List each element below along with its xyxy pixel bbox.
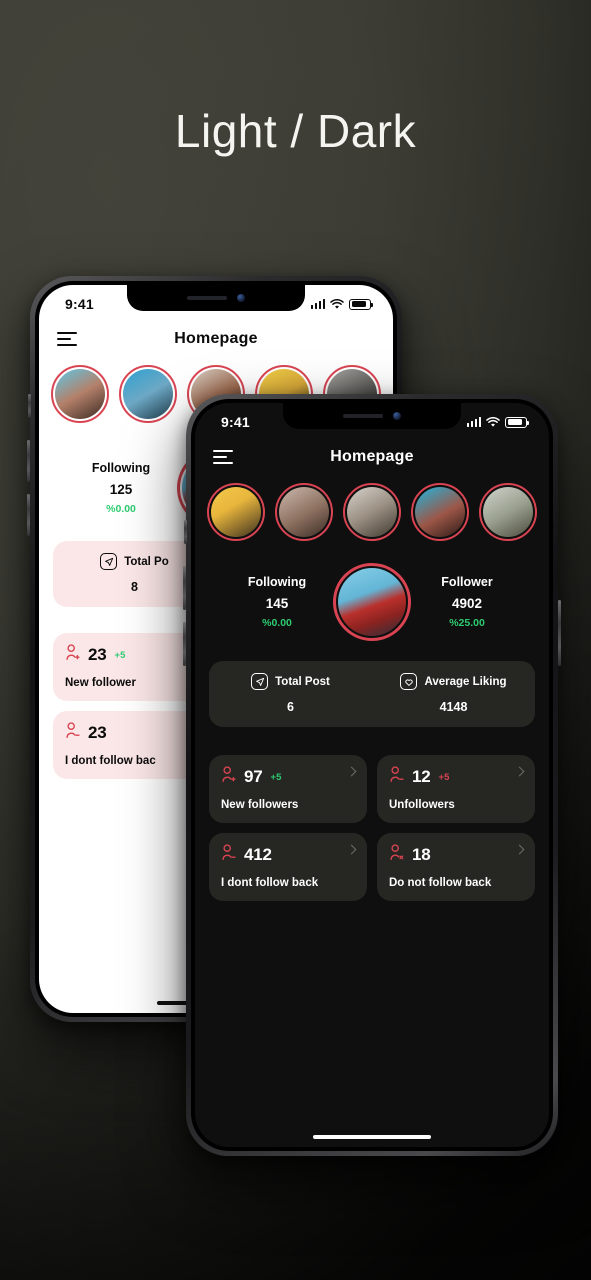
follow-summary-row: Following 145 %0.00 Follower 4902 %25.00 bbox=[195, 563, 549, 641]
page-header-title: Homepage bbox=[330, 448, 414, 465]
summary-card: Total Post 6 Average Liking 4148 bbox=[209, 661, 535, 727]
stat-value: 23 bbox=[88, 723, 107, 742]
stat-value: 23 bbox=[88, 645, 107, 664]
average-liking-stat[interactable]: Average Liking 4148 bbox=[372, 661, 535, 727]
user-minus-icon bbox=[65, 722, 80, 744]
total-post-stat[interactable]: Total Post 6 bbox=[209, 661, 372, 727]
wifi-icon bbox=[330, 298, 344, 310]
send-icon bbox=[100, 553, 118, 570]
stat-card-unfollowers[interactable]: 12 +5 Unfollowers bbox=[377, 755, 535, 823]
signal-bars-icon bbox=[466, 417, 481, 427]
phone-volume-up-button bbox=[27, 440, 30, 482]
dark-theme-phone-mockup: 9:41 Homepage Following 145 %0.00 Follow… bbox=[183, 394, 561, 1156]
following-value: 145 bbox=[265, 596, 289, 611]
stat-value: 18 bbox=[412, 845, 431, 864]
stat-label: Unfollowers bbox=[389, 799, 455, 811]
hamburger-menu-icon[interactable] bbox=[57, 332, 77, 346]
user-minus-icon bbox=[221, 844, 236, 866]
phone-volume-up-button bbox=[183, 566, 186, 610]
stat-value: 12 bbox=[412, 767, 431, 786]
following-label: Following bbox=[247, 575, 307, 589]
status-bar: 9:41 bbox=[195, 403, 549, 437]
app-bar: Homepage bbox=[195, 437, 549, 477]
user-plus-icon bbox=[65, 644, 80, 666]
heart-icon bbox=[400, 673, 418, 690]
battery-icon bbox=[349, 298, 373, 310]
following-stat: Following 125 %0.00 bbox=[65, 461, 177, 515]
follower-value: 4902 bbox=[451, 596, 483, 611]
total-post-label: Total Po bbox=[124, 555, 169, 568]
follower-percent: %25.00 bbox=[449, 617, 485, 629]
stat-value: 412 bbox=[244, 845, 272, 864]
status-bar: 9:41 bbox=[39, 285, 393, 319]
hamburger-menu-icon[interactable] bbox=[213, 450, 233, 464]
stat-delta: +5 bbox=[438, 771, 450, 783]
following-percent: %0.00 bbox=[106, 503, 136, 515]
story-avatar[interactable] bbox=[207, 483, 265, 541]
story-avatar[interactable] bbox=[275, 483, 333, 541]
story-avatar[interactable] bbox=[343, 483, 401, 541]
stat-delta: +5 bbox=[114, 649, 126, 661]
stat-delta: +5 bbox=[270, 771, 282, 783]
home-indicator[interactable] bbox=[313, 1135, 431, 1139]
story-avatar[interactable] bbox=[51, 365, 109, 423]
stat-card-new-followers[interactable]: 97 +5 New followers bbox=[209, 755, 367, 823]
wifi-icon bbox=[486, 416, 500, 428]
follower-label: Follower bbox=[441, 575, 493, 589]
story-avatar[interactable] bbox=[119, 365, 177, 423]
phone-power-button bbox=[558, 600, 561, 666]
total-post-label: Total Post bbox=[275, 675, 330, 688]
phone-mute-switch bbox=[184, 520, 187, 544]
following-stat[interactable]: Following 145 %0.00 bbox=[221, 575, 333, 629]
page-title: Light / Dark bbox=[174, 105, 417, 157]
average-liking-value: 4148 bbox=[439, 700, 468, 714]
following-percent: %0.00 bbox=[262, 617, 292, 629]
page-header-title: Homepage bbox=[174, 330, 258, 347]
stat-label: New followers bbox=[221, 799, 299, 811]
follower-stat[interactable]: Follower 4902 %25.00 bbox=[411, 575, 523, 629]
user-x-icon bbox=[389, 844, 404, 866]
total-post-value: 6 bbox=[287, 700, 294, 714]
following-label: Following bbox=[91, 461, 151, 475]
phone-volume-down-button bbox=[183, 622, 186, 666]
stat-label: Do not follow back bbox=[389, 877, 492, 889]
phone-mute-switch bbox=[28, 394, 31, 418]
status-bar-time: 9:41 bbox=[221, 414, 250, 430]
stat-card-i-dont-follow-back[interactable]: 412 I dont follow back bbox=[209, 833, 367, 901]
send-icon bbox=[251, 673, 269, 690]
stat-value: 97 bbox=[244, 767, 263, 786]
stories-row[interactable] bbox=[195, 483, 549, 541]
signal-bars-icon bbox=[310, 299, 325, 309]
stat-card-do-not-follow-back[interactable]: 18 Do not follow back bbox=[377, 833, 535, 901]
app-bar: Homepage bbox=[39, 319, 393, 359]
average-liking-label: Average Liking bbox=[424, 675, 507, 688]
following-value: 125 bbox=[109, 482, 133, 497]
user-minus-icon bbox=[389, 766, 404, 788]
phone-volume-down-button bbox=[27, 494, 30, 536]
story-avatar[interactable] bbox=[411, 483, 469, 541]
stat-label: I dont follow back bbox=[221, 877, 319, 889]
status-bar-time: 9:41 bbox=[65, 296, 94, 312]
battery-icon bbox=[505, 416, 529, 428]
user-plus-icon bbox=[221, 766, 236, 788]
story-avatar[interactable] bbox=[479, 483, 537, 541]
stat-cards-grid: 97 +5 New followers 12 +5 Unfollowers 41… bbox=[209, 755, 535, 901]
profile-avatar[interactable] bbox=[333, 563, 411, 641]
